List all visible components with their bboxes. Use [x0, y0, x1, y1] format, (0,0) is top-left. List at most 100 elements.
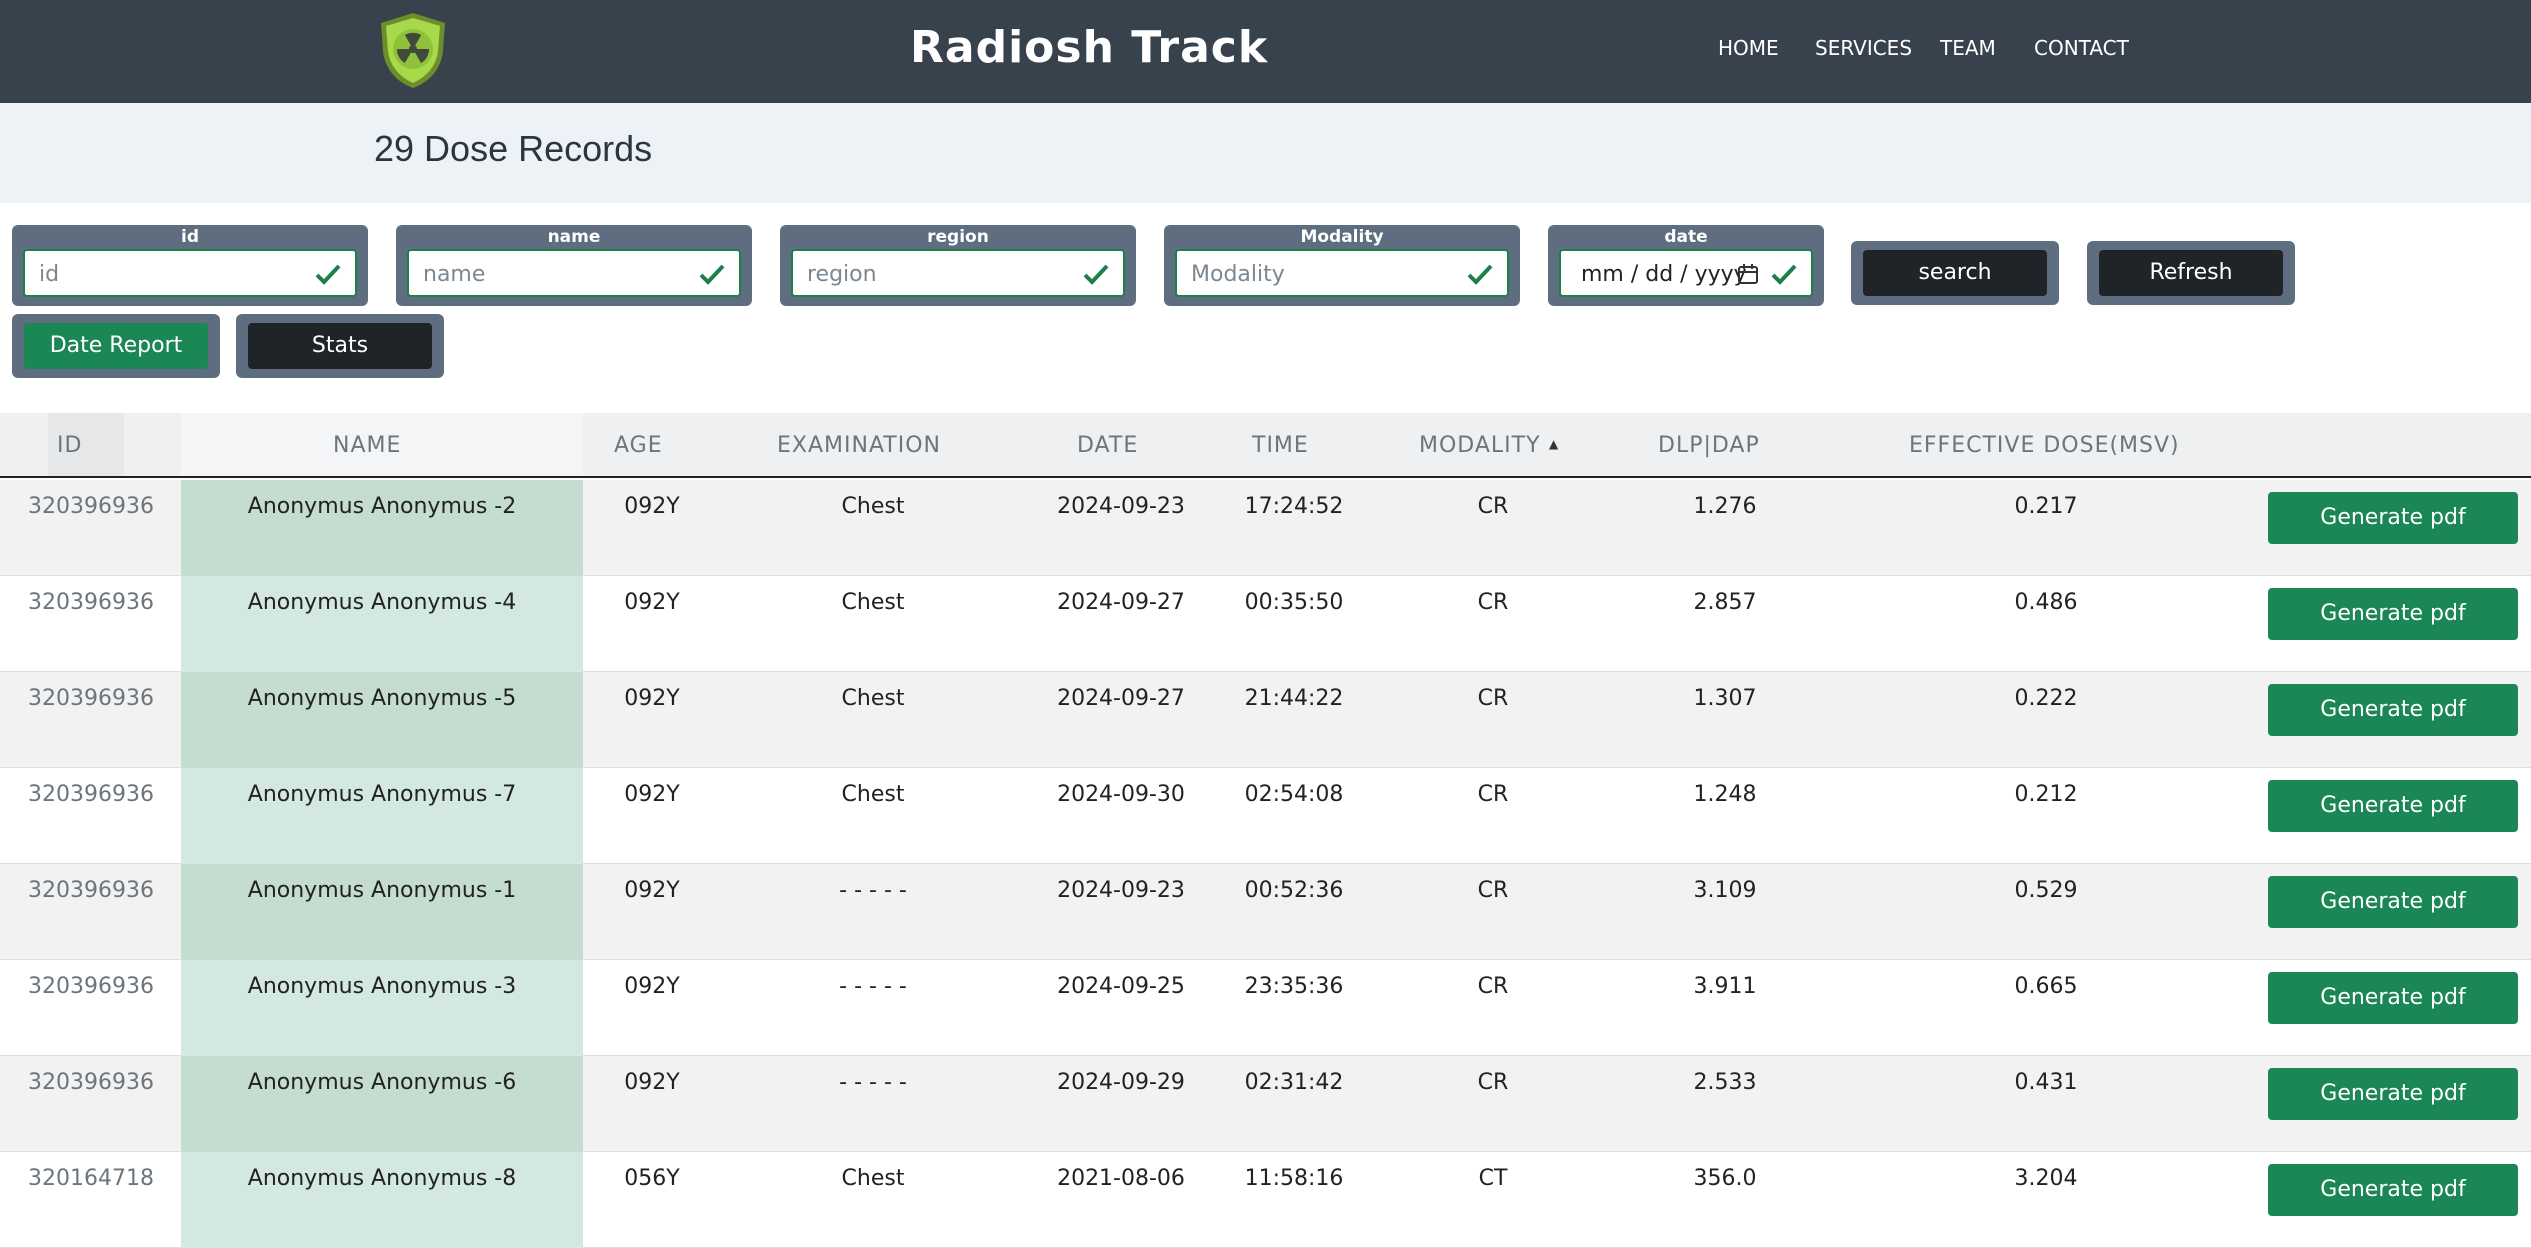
nav-contact[interactable]: CONTACT — [2034, 36, 2129, 60]
col-examination-header[interactable]: EXAMINATION — [777, 433, 941, 458]
page-title: 29 Dose Records — [374, 128, 653, 169]
age-cell: 092Y — [624, 878, 680, 903]
filter-name: name name — [396, 225, 752, 306]
effective-dose-cell: 0.665 — [2014, 974, 2078, 999]
id-cell: 320164718 — [28, 1166, 154, 1191]
date-input[interactable]: mm / dd / yyyy — [1559, 249, 1813, 297]
col-name-header[interactable]: NAME — [333, 433, 401, 458]
effective-dose-cell: 0.212 — [2014, 782, 2078, 807]
effective-dose-cell: 0.486 — [2014, 590, 2078, 615]
generate-pdf-button[interactable]: Generate pdf — [2268, 876, 2518, 928]
table-row: 320396936 Anonymus Anonymus -3 092Y - - - -… — [0, 960, 2531, 1056]
effective-dose-cell: 3.204 — [2014, 1166, 2078, 1191]
date-input-placeholder: mm / dd / yyyy — [1581, 262, 1747, 287]
id-cell: 320396936 — [28, 590, 154, 615]
date-report-button[interactable]: Date Report — [24, 323, 208, 369]
modality-cell: CR — [1477, 590, 1509, 615]
age-cell: 092Y — [624, 974, 680, 999]
age-cell: 092Y — [624, 686, 680, 711]
filter-date: date mm / dd / yyyy — [1548, 225, 1824, 306]
modality-cell: CR — [1477, 1070, 1509, 1095]
id-cell: 320396936 — [28, 494, 154, 519]
modality-cell: CR — [1477, 494, 1509, 519]
search-button[interactable]: search — [1863, 250, 2047, 296]
filter-region-label: region — [927, 227, 989, 247]
refresh-button[interactable]: Refresh — [2099, 250, 2283, 296]
age-cell: 092Y — [624, 782, 680, 807]
name-cell: Anonymus Anonymus -3 — [247, 974, 517, 999]
name-input[interactable]: name — [407, 249, 741, 297]
modality-cell: CR — [1477, 782, 1509, 807]
generate-pdf-button[interactable]: Generate pdf — [2268, 972, 2518, 1024]
filter-region: region region — [780, 225, 1136, 306]
table-row: 320396936 Anonymus Anonymus -5 092Y Chest 20… — [0, 672, 2531, 768]
brand-title[interactable]: Radiosh Track — [910, 22, 1268, 73]
col-date-header[interactable]: DATE — [1077, 433, 1138, 458]
date-cell: 2024-09-23 — [1057, 494, 1185, 519]
date-cell: 2024-09-25 — [1057, 974, 1185, 999]
nav-team[interactable]: TEAM — [1940, 36, 1996, 60]
stats-button-wrap: Stats — [236, 314, 444, 378]
col-modality-header[interactable]: MODALITY — [1419, 433, 1541, 458]
refresh-button-wrap: Refresh — [2087, 241, 2295, 305]
dlp-dap-cell: 1.276 — [1693, 494, 1757, 519]
date-cell: 2024-09-30 — [1057, 782, 1185, 807]
stats-button[interactable]: Stats — [248, 323, 432, 369]
region-input[interactable]: region — [791, 249, 1125, 297]
table-row: 320396936 Anonymus Anonymus -4 092Y Chest 20… — [0, 576, 2531, 672]
generate-pdf-button[interactable]: Generate pdf — [2268, 684, 2518, 736]
time-cell: 02:54:08 — [1244, 782, 1344, 807]
time-cell: 00:35:50 — [1244, 590, 1344, 615]
col-id-header[interactable]: ID — [57, 433, 82, 458]
filter-id-label: id — [181, 227, 199, 247]
nav-services[interactable]: SERVICES — [1815, 36, 1912, 60]
id-cell: 320396936 — [28, 1070, 154, 1095]
filter-modality-label: Modality — [1300, 227, 1384, 247]
modality-input-placeholder: Modality — [1191, 262, 1285, 287]
generate-pdf-button[interactable]: Generate pdf — [2268, 1068, 2518, 1120]
filter-id: id id — [12, 225, 368, 306]
table-row: 320396936 Anonymus Anonymus -6 092Y - - - -… — [0, 1056, 2531, 1152]
generate-pdf-button[interactable]: Generate pdf — [2268, 492, 2518, 544]
id-input[interactable]: id — [23, 249, 357, 297]
generate-pdf-button[interactable]: Generate pdf — [2268, 780, 2518, 832]
name-input-placeholder: name — [423, 262, 486, 287]
modality-input[interactable]: Modality — [1175, 249, 1509, 297]
modality-cell: CR — [1477, 974, 1509, 999]
sort-asc-icon[interactable]: ▲ — [1549, 437, 1559, 451]
generate-pdf-button[interactable]: Generate pdf — [2268, 1164, 2518, 1216]
nav-home[interactable]: HOME — [1718, 36, 1779, 60]
effective-dose-cell: 0.222 — [2014, 686, 2078, 711]
time-cell: 00:52:36 — [1244, 878, 1344, 903]
col-age-header[interactable]: AGE — [614, 433, 663, 458]
filter-name-label: name — [547, 227, 601, 247]
radiation-shield-logo-icon[interactable] — [375, 11, 451, 89]
title-band: 29 Dose Records — [0, 103, 2531, 203]
examination-cell: - - - - - — [839, 974, 907, 999]
dlp-dap-cell: 2.857 — [1693, 590, 1757, 615]
examination-cell: Chest — [841, 1166, 905, 1191]
col-dlp-dap-header[interactable]: DLP|DAP — [1658, 433, 1760, 458]
generate-pdf-button[interactable]: Generate pdf — [2268, 588, 2518, 640]
date-cell: 2024-09-27 — [1057, 590, 1185, 615]
col-effective-dose-header[interactable]: EFFECTIVE DOSE(MSV) — [1909, 433, 2180, 458]
dlp-dap-cell: 3.109 — [1693, 878, 1757, 903]
calendar-icon[interactable] — [1737, 263, 1759, 285]
search-button-wrap: search — [1851, 241, 2059, 305]
examination-cell: Chest — [841, 590, 905, 615]
age-cell: 056Y — [624, 1166, 680, 1191]
dlp-dap-cell: 1.307 — [1693, 686, 1757, 711]
id-cell: 320396936 — [28, 686, 154, 711]
name-cell: Anonymus Anonymus -1 — [247, 878, 517, 903]
col-time-header[interactable]: TIME — [1252, 433, 1309, 458]
name-cell: Anonymus Anonymus -6 — [247, 1070, 517, 1095]
dlp-dap-cell: 1.248 — [1693, 782, 1757, 807]
check-icon — [699, 264, 725, 285]
name-cell: Anonymus Anonymus -2 — [247, 494, 517, 519]
effective-dose-cell: 0.217 — [2014, 494, 2078, 519]
examination-cell: - - - - - — [839, 878, 907, 903]
dlp-dap-cell: 2.533 — [1693, 1070, 1757, 1095]
check-icon — [1771, 264, 1797, 285]
examination-cell: Chest — [841, 686, 905, 711]
table-row: 320396936 Anonymus Anonymus -2 092Y Chest 20… — [0, 480, 2531, 576]
